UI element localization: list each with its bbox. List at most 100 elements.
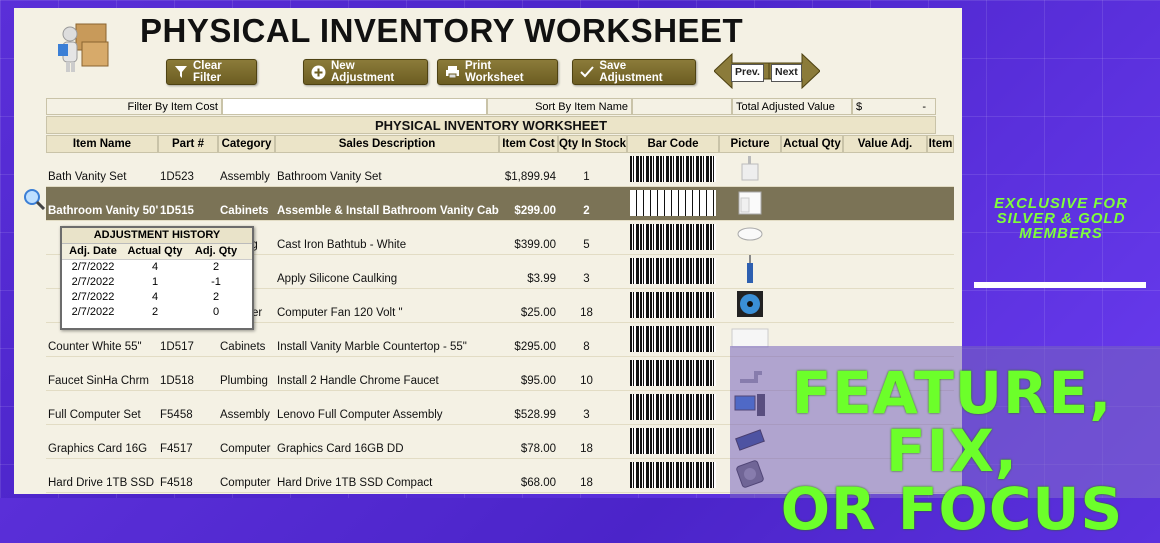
cell-actual-qty[interactable] xyxy=(781,153,843,186)
page-title: PHYSICAL INVENTORY WORKSHEET xyxy=(140,12,744,49)
cell-name: Bath Vanity Set xyxy=(48,171,127,183)
column-header[interactable]: Picture xyxy=(719,135,781,153)
exclusive-line-1: EXCLUSIVE FOR xyxy=(994,195,1128,212)
fan-icon xyxy=(730,289,770,319)
column-header[interactable]: Item Cost xyxy=(499,135,558,153)
column-header[interactable]: Bar Code xyxy=(627,135,719,153)
column-header[interactable]: Value Adj. xyxy=(843,135,927,153)
cell-cost: $68.00 xyxy=(520,477,556,489)
cell-barcode xyxy=(627,187,719,220)
cell-actual-qty[interactable] xyxy=(781,187,843,220)
cabinet-icon xyxy=(730,187,770,217)
sort-by-value[interactable]: Item Name xyxy=(574,101,628,113)
printer-icon xyxy=(445,65,460,80)
cell-actual-qty[interactable] xyxy=(781,255,843,288)
barcode-image xyxy=(630,190,716,216)
cell-picture xyxy=(719,255,781,288)
cell-item xyxy=(927,221,954,254)
new-adjustment-label: New Adjustment xyxy=(331,60,395,84)
feature-line-2: OR FOCUS xyxy=(780,475,1124,543)
cell-desc: Cast Iron Bathtub - White xyxy=(277,239,407,251)
cell-qty: 18 xyxy=(580,307,593,319)
cell-cost: $1,899.94 xyxy=(504,171,556,183)
next-button[interactable]: Next xyxy=(768,52,821,90)
cell-actual-qty[interactable] xyxy=(781,221,843,254)
cell-desc: Install Vanity Marble Countertop - 55" xyxy=(277,341,467,353)
print-worksheet-button[interactable]: Print Worksheet xyxy=(437,59,558,85)
filter-row: Filter By Item Cost Sort By Item Name To… xyxy=(46,98,936,115)
total-adjusted-label: Total Adjusted Value xyxy=(732,98,852,115)
cell-cost: $295.00 xyxy=(514,341,556,353)
cell-item xyxy=(927,187,954,220)
checkmark-icon xyxy=(580,65,594,80)
column-header[interactable]: Item Name xyxy=(46,135,158,153)
cell-actual-qty[interactable] xyxy=(781,289,843,322)
feature-fix-focus-text: FEATURE, FIX, OR FOCUS xyxy=(744,364,1160,538)
cell-desc: Computer Fan 120 Volt " xyxy=(277,307,403,319)
filter-by-value[interactable]: Item Cost xyxy=(171,101,218,113)
clear-filter-label: Clear Filter xyxy=(193,60,222,84)
cell-barcode xyxy=(627,221,719,254)
cell-value-adj xyxy=(843,187,927,220)
cell-picture xyxy=(719,221,781,254)
adjustment-history-popup: ADJUSTMENT HISTORY Adj. Date Actual Qty Ad… xyxy=(60,226,254,330)
barcode-image xyxy=(630,156,716,182)
barcode-image xyxy=(630,428,716,454)
barcode-image xyxy=(630,360,716,386)
cell-item xyxy=(927,255,954,288)
cell-category: Assembly xyxy=(220,409,270,421)
table-row[interactable]: Bathroom Vanity 50" 1D515 Cabinets Assemble… xyxy=(46,187,954,221)
cell-qty: 10 xyxy=(580,375,593,387)
new-adjustment-button[interactable]: New Adjustment xyxy=(303,59,428,85)
column-header[interactable]: Item xyxy=(927,135,954,153)
cell-desc: Apply Silicone Caulking xyxy=(277,273,398,285)
print-worksheet-label: Print Worksheet xyxy=(465,60,524,84)
cell-barcode xyxy=(627,391,719,424)
sort-by-label: Sort By xyxy=(535,100,572,113)
column-header[interactable]: Category xyxy=(218,135,275,153)
cell-desc: Graphics Card 16GB DD xyxy=(277,443,404,455)
table-banner: PHYSICAL INVENTORY WORKSHEET xyxy=(46,116,936,134)
column-header[interactable]: Qty In Stock xyxy=(558,135,627,153)
feature-line-1: FEATURE, FIX, xyxy=(791,359,1113,485)
cell-part: F5458 xyxy=(160,409,193,421)
cell-qty: 5 xyxy=(583,239,590,251)
adjustment-history-cell: 2/7/2022 xyxy=(71,261,115,273)
column-header[interactable]: Sales Description xyxy=(275,135,499,153)
filter-input[interactable] xyxy=(222,98,487,115)
prev-button[interactable]: Prev. xyxy=(713,52,770,90)
adjustment-history-cell: 2/7/2022 xyxy=(71,306,115,318)
cell-desc: Lenovo Full Computer Assembly xyxy=(277,409,443,421)
column-header[interactable]: Actual Qty xyxy=(781,135,843,153)
cell-qty: 1 xyxy=(583,171,590,183)
cell-cost: $25.00 xyxy=(520,307,556,319)
column-header[interactable]: Part # xyxy=(158,135,218,153)
total-adjusted-value-cell: $ - xyxy=(852,98,936,115)
cell-cost: $78.00 xyxy=(520,443,556,455)
cell-barcode xyxy=(627,289,719,322)
sink-icon xyxy=(730,153,770,183)
cell-picture xyxy=(719,153,781,186)
magnifier-icon[interactable] xyxy=(23,188,45,210)
adjustment-history-column: Actual Qty xyxy=(127,245,183,257)
adjustment-history-cell: 1 xyxy=(151,276,159,288)
cell-name: Hard Drive 1TB SSD xyxy=(48,477,155,489)
barcode-image xyxy=(630,326,716,352)
cell-barcode xyxy=(627,357,719,390)
cell-picture xyxy=(719,187,781,220)
cell-category: Plumbing xyxy=(220,375,268,387)
adjustment-history-cell: -1 xyxy=(211,276,221,288)
cell-value-adj xyxy=(843,221,927,254)
bathtub-icon xyxy=(730,221,770,251)
adjustment-history-cell: 2/7/2022 xyxy=(71,291,115,303)
table-row[interactable]: Bath Vanity Set 1D523 Assembly Bathroom Van… xyxy=(46,153,954,187)
cell-part: F4518 xyxy=(160,477,193,489)
adjustment-history-cell: 0 xyxy=(212,306,220,318)
clear-filter-button[interactable]: Clear Filter xyxy=(166,59,257,85)
adjustment-history-cell: 2 xyxy=(212,261,220,273)
save-adjustment-button[interactable]: Save Adjustment xyxy=(572,59,696,85)
cell-item xyxy=(927,153,954,186)
cell-value-adj xyxy=(843,289,927,322)
table-header: Item Name Part # Category Sales Description… xyxy=(46,135,954,153)
adjustment-history-row: 2/7/2022 4 2 xyxy=(62,260,252,275)
